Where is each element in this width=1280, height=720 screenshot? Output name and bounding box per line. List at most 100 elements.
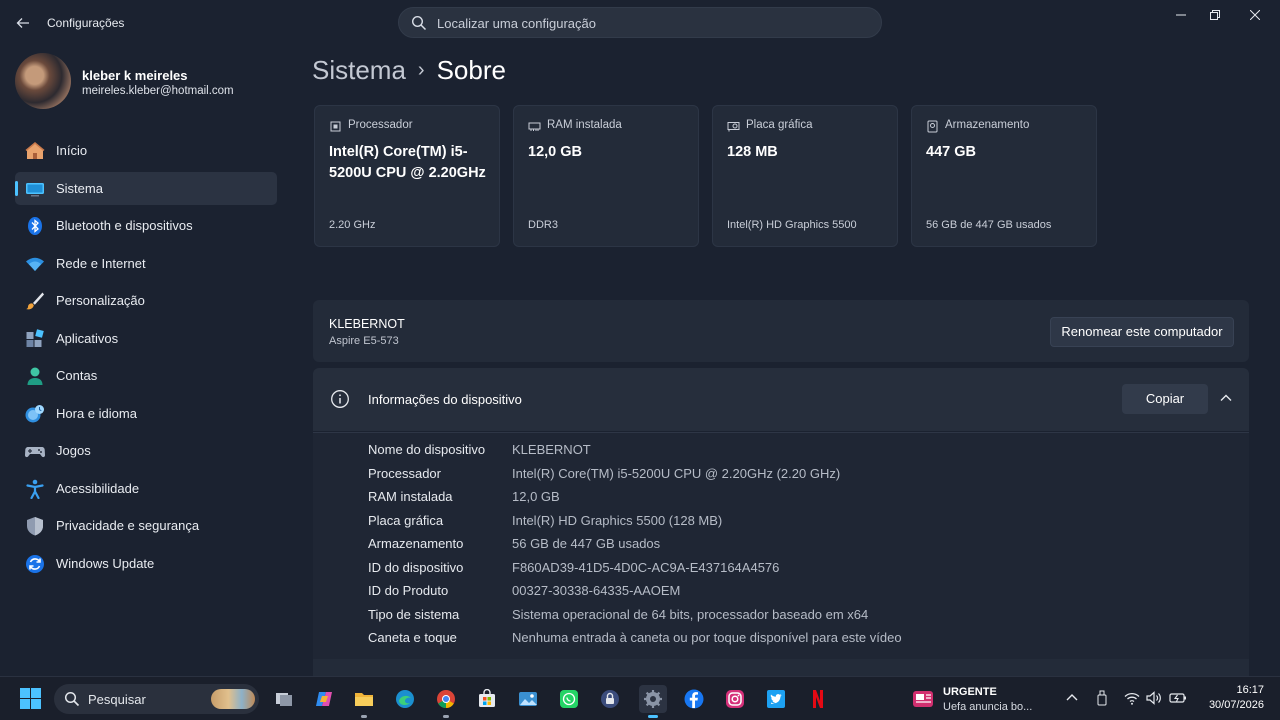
- sidebar-item-acessibilidade[interactable]: Acessibilidade: [15, 472, 277, 505]
- taskbar-search[interactable]: Pesquisar: [54, 684, 259, 714]
- info-key: Placa gráfica: [368, 512, 444, 528]
- info-icon: [331, 390, 349, 408]
- sidebar-item-privacidade[interactable]: Privacidade e segurança: [15, 509, 277, 542]
- sidebar-item-aplicativos[interactable]: Aplicativos: [15, 322, 277, 355]
- netflix-icon: [813, 690, 823, 708]
- sidebar-item-sistema[interactable]: Sistema: [15, 171, 277, 205]
- sidebar-item-rede[interactable]: Rede e Internet: [15, 247, 277, 280]
- sidebar-item-label: Rede e Internet: [56, 255, 146, 271]
- whatsapp-button[interactable]: [555, 685, 583, 713]
- info-key: RAM instalada: [368, 489, 453, 504]
- twitter-button[interactable]: [762, 685, 790, 713]
- sidebar-item-label: Hora e idioma: [56, 405, 137, 421]
- usb-device-icon[interactable]: [1093, 689, 1111, 707]
- card-value: Intel(R) Core(TM) i5-5200U CPU @ 2.20GHz: [329, 144, 486, 181]
- task-view-icon: [276, 693, 292, 706]
- card-subtext: 2.20 GHz: [329, 219, 376, 231]
- info-value: F860AD39-41D5-4D0C-AC9A-E437164A4576: [512, 559, 780, 575]
- info-key: ID do Produto: [368, 583, 449, 598]
- facebook-button[interactable]: [680, 685, 708, 713]
- facebook-icon: [684, 689, 704, 709]
- chevron-up-icon[interactable]: [1063, 689, 1081, 707]
- avatar[interactable]: [15, 53, 71, 109]
- news-icon: [913, 691, 933, 707]
- settings-icon: [644, 690, 662, 708]
- search-icon: [411, 15, 427, 31]
- sidebar-item-windows-update[interactable]: Windows Update: [15, 547, 277, 580]
- info-value: Nenhuma entrada à caneta ou por toque di…: [512, 630, 902, 645]
- task-view-button[interactable]: [270, 685, 298, 713]
- brush-icon: [26, 292, 44, 310]
- info-key: Caneta e toque: [368, 630, 457, 645]
- card-title: Armazenamento: [945, 119, 1030, 131]
- copy-button[interactable]: Copiar: [1122, 384, 1208, 414]
- card-subtext: DDR3: [528, 219, 558, 231]
- breadcrumb-parent[interactable]: Sistema: [312, 55, 406, 85]
- search-placeholder: Localizar uma configuração: [437, 16, 596, 31]
- vpn-lock-icon: [601, 690, 619, 708]
- account-icon: [27, 367, 43, 385]
- restore-icon: [1210, 10, 1220, 20]
- card-value: 447 GB: [926, 144, 976, 160]
- photos-button[interactable]: [514, 685, 542, 713]
- page-title: Sobre: [436, 55, 506, 85]
- store-button[interactable]: [473, 685, 501, 713]
- bluetooth-icon: [28, 217, 42, 235]
- edge-button[interactable]: [391, 685, 419, 713]
- sidebar-item-personalizacao[interactable]: Personalização: [15, 284, 277, 317]
- sidebar-item-hora-idioma[interactable]: Hora e idioma: [15, 397, 277, 430]
- windows-start-icon[interactable]: [20, 688, 41, 709]
- sidebar-item-label: Jogos: [56, 443, 91, 458]
- sidebar-item-label: Windows Update: [56, 555, 155, 571]
- info-key: Processador: [368, 465, 441, 481]
- sidebar-item-contas[interactable]: Contas: [15, 359, 277, 392]
- chevron-right-icon: ›: [417, 59, 425, 81]
- battery-charging-icon[interactable]: [1169, 689, 1187, 707]
- sidebar-item-label: Contas: [56, 368, 98, 383]
- info-value: Sistema operacional de 64 bits, processa…: [512, 606, 869, 622]
- vpn-button[interactable]: [596, 685, 624, 713]
- card-title: Placa gráfica: [746, 119, 813, 131]
- wifi-icon: [26, 257, 44, 271]
- wifi-status-icon[interactable]: [1123, 689, 1141, 707]
- news-widget[interactable]: URGENTE Uefa anuncia bo...: [913, 683, 1043, 715]
- sidebar-item-label: Bluetooth e dispositivos: [56, 218, 193, 233]
- close-button[interactable]: [1232, 6, 1278, 26]
- sidebar-item-label: Aplicativos: [56, 330, 119, 346]
- settings-search-input[interactable]: Localizar uma configuração: [398, 7, 882, 38]
- info-key: Tipo de sistema: [368, 606, 460, 622]
- photos-icon: [519, 692, 537, 706]
- copilot-button[interactable]: [310, 685, 338, 713]
- breadcrumb: Sistema › Sobre: [312, 55, 506, 87]
- netflix-button[interactable]: [804, 685, 832, 713]
- twitter-icon: [767, 690, 785, 708]
- info-value: 00327-30338-64335-AAOEM: [512, 583, 681, 598]
- info-key: Nome do dispositivo: [368, 442, 486, 457]
- device-info-expander[interactable]: Informações do dispositivo Copiar: [313, 368, 1249, 431]
- card-title: Processador: [348, 119, 413, 131]
- file-explorer-button[interactable]: [350, 685, 378, 718]
- card-value: 128 MB: [727, 144, 778, 160]
- system-icon: [26, 182, 44, 196]
- settings-button[interactable]: [639, 685, 667, 718]
- minimize-icon: [1176, 14, 1186, 16]
- edge-icon: [396, 690, 414, 708]
- card-subtext: Intel(R) HD Graphics 5500: [727, 219, 857, 231]
- profile-name: kleber k meireles: [82, 68, 188, 83]
- news-headline: Uefa anuncia bo...: [943, 701, 1033, 713]
- info-key: ID do dispositivo: [368, 559, 464, 575]
- taskbar-clock[interactable]: 16:17 30/07/2026: [1194, 683, 1264, 713]
- sidebar-item-bluetooth[interactable]: Bluetooth e dispositivos: [15, 209, 277, 242]
- rename-computer-button[interactable]: Renomear este computador: [1050, 317, 1234, 347]
- chevron-up-icon[interactable]: [1218, 390, 1234, 406]
- volume-icon[interactable]: [1145, 689, 1163, 707]
- sidebar-item-jogos[interactable]: Jogos: [15, 434, 277, 467]
- sidebar-item-inicio[interactable]: Início: [15, 134, 277, 167]
- next-section-edge: [313, 659, 1249, 676]
- copilot-icon: [316, 692, 332, 706]
- update-icon: [26, 554, 44, 573]
- chrome-button[interactable]: [432, 685, 460, 718]
- instagram-button[interactable]: [721, 685, 749, 713]
- accessibility-icon: [26, 479, 44, 499]
- back-button[interactable]: [12, 12, 34, 34]
